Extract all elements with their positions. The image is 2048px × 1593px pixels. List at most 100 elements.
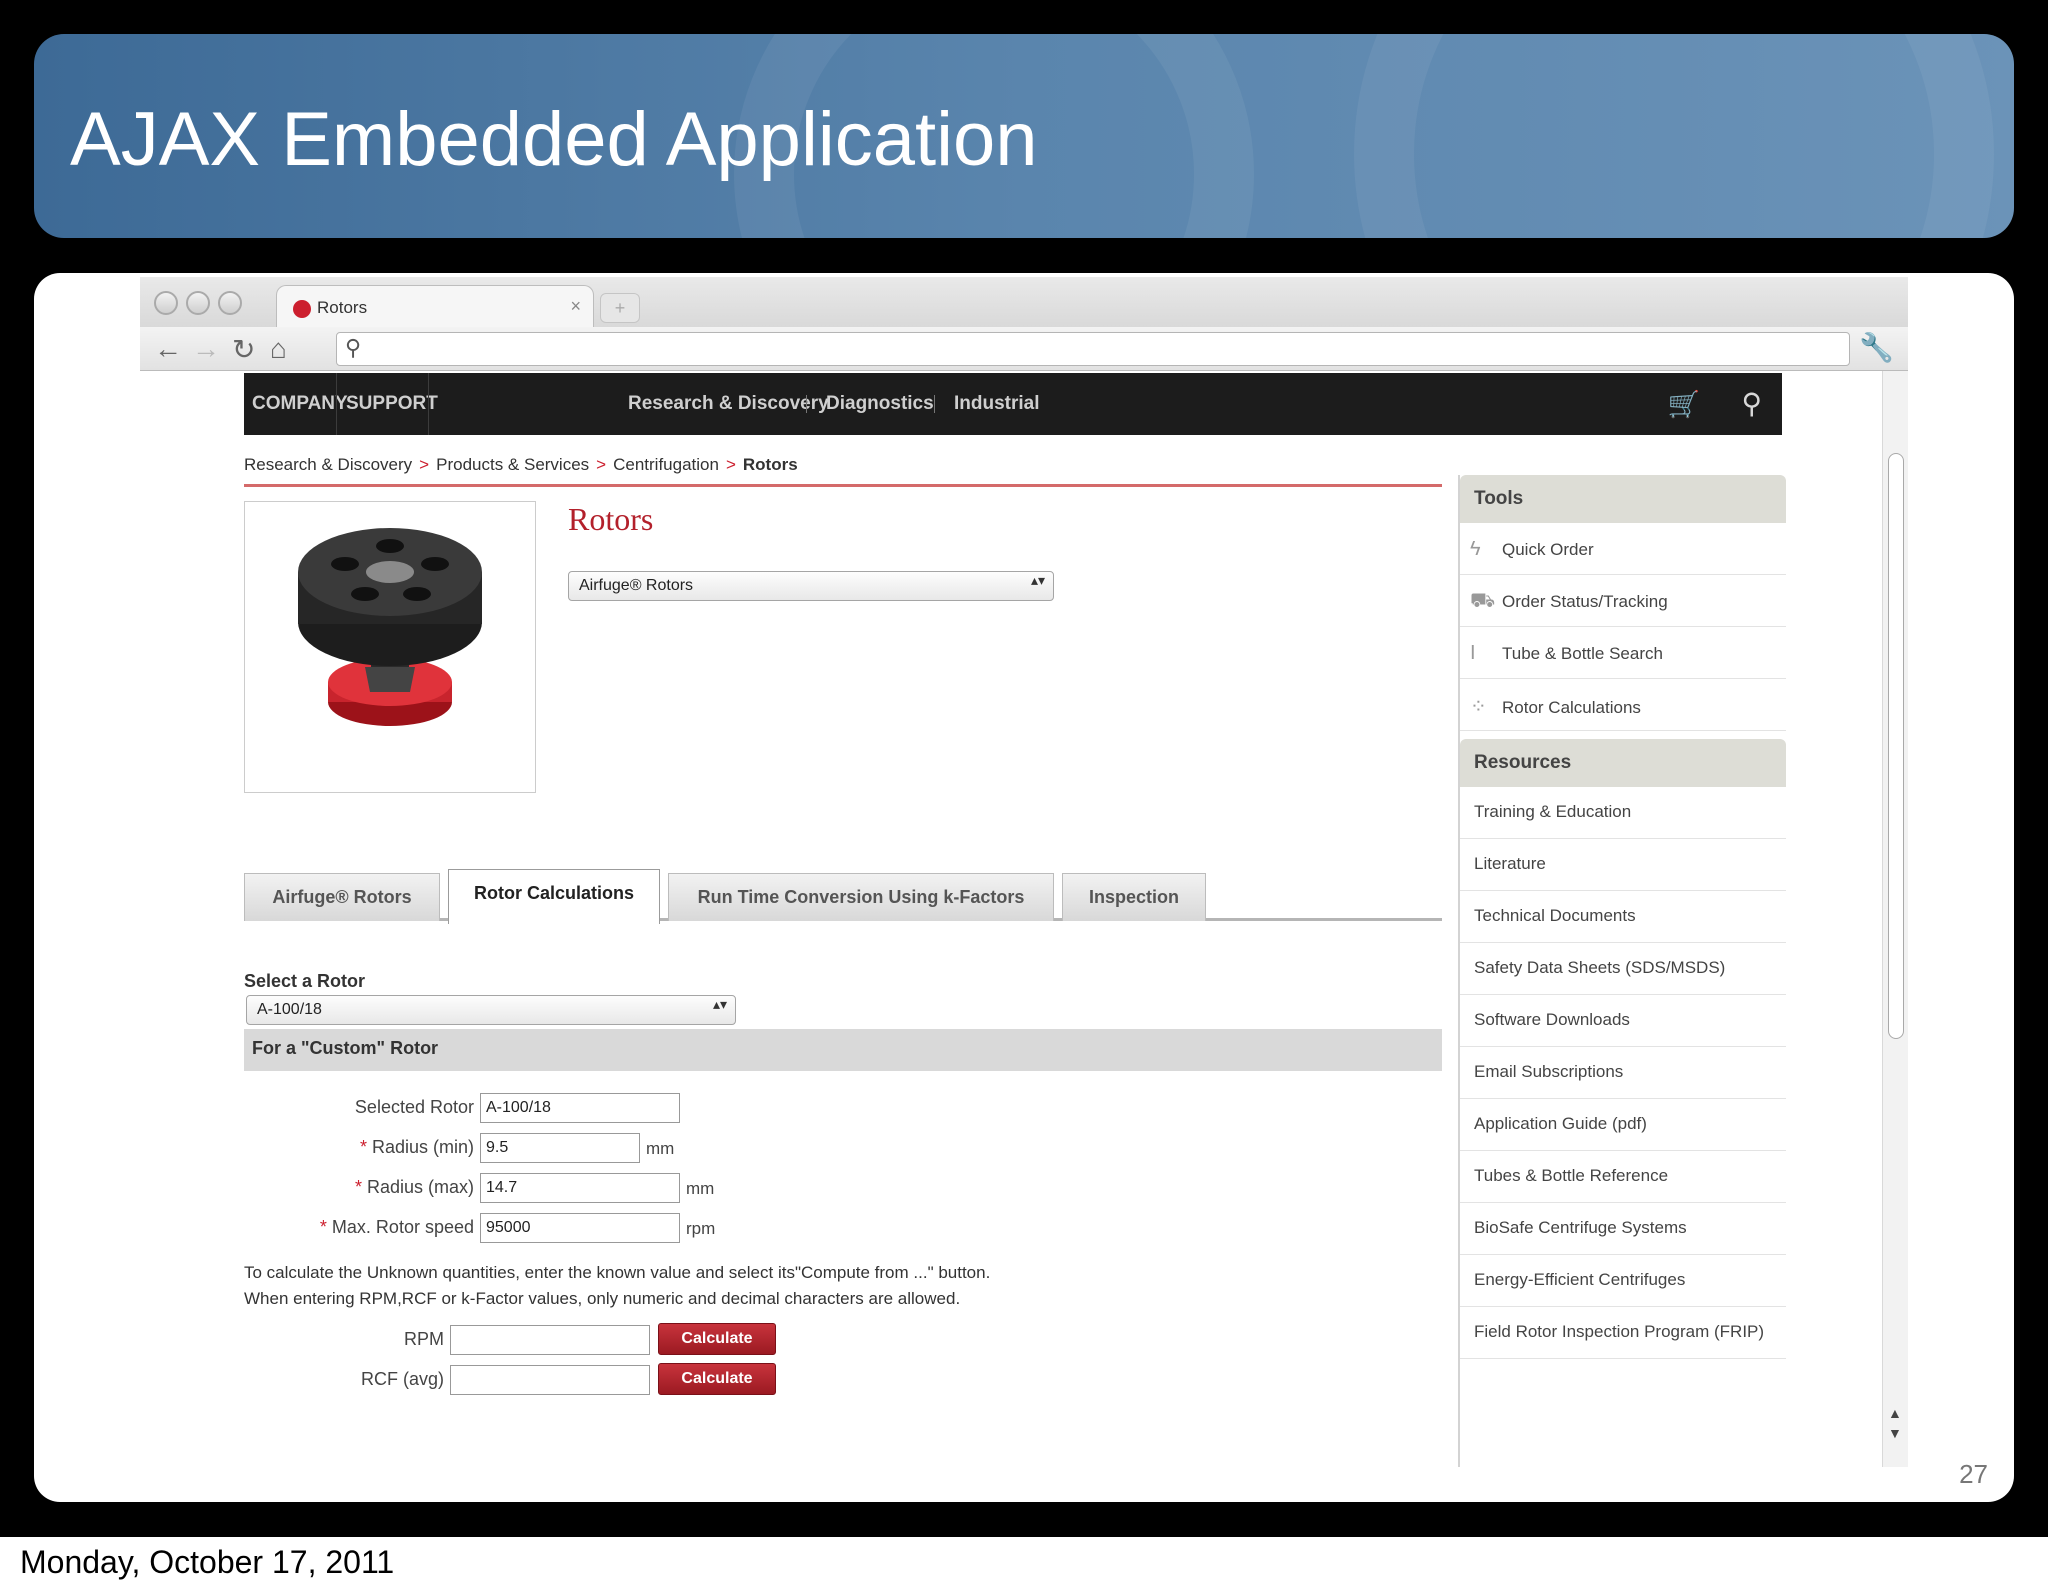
- max-rotor-speed-label-text: Max. Rotor speed: [331, 1217, 474, 1237]
- radius-max-unit: mm: [686, 1179, 715, 1198]
- rpm-label: RPM: [404, 1329, 444, 1349]
- breadcrumb-current: Rotors: [742, 455, 798, 474]
- close-window-button[interactable]: [154, 291, 178, 315]
- max-rotor-speed-unit: rpm: [686, 1219, 716, 1238]
- browser-tab-title: Rotors: [317, 298, 368, 317]
- sidebar-item-biosafe-systems[interactable]: BioSafe Centrifuge Systems: [1460, 1203, 1786, 1255]
- chevron-updown-icon: ▴▾: [1030, 572, 1045, 588]
- required-marker: *: [319, 1217, 327, 1237]
- sidebar-item-order-status[interactable]: ⛟ Order Status/Tracking: [1460, 575, 1786, 627]
- sidebar-item-label: Rotor Calculations: [1502, 698, 1641, 717]
- sidebar-item-tube-bottle-search[interactable]: I Tube & Bottle Search: [1460, 627, 1786, 679]
- favicon-icon: [293, 300, 311, 318]
- slide-title-bar: AJAX Embedded Application: [34, 34, 2014, 238]
- sidebar-item-technical-documents[interactable]: Technical Documents: [1460, 891, 1786, 943]
- sidebar-item-tubes-bottle-reference[interactable]: Tubes & Bottle Reference: [1460, 1151, 1786, 1203]
- rotor-select-value: A-100/18: [257, 1001, 322, 1018]
- radius-min-unit: mm: [646, 1139, 675, 1158]
- required-marker: *: [359, 1137, 367, 1157]
- sidebar-resources-header: Resources: [1460, 739, 1786, 787]
- sidebar-item-quick-order[interactable]: ϟ Quick Order: [1460, 523, 1786, 575]
- scrollbar-thumb[interactable]: [1888, 453, 1904, 1039]
- breadcrumb-link[interactable]: Research & Discovery: [244, 455, 412, 474]
- rcf-field[interactable]: [450, 1365, 650, 1395]
- breadcrumb: Research & Discovery > Products & Services…: [244, 455, 798, 475]
- sidebar-item-energy-efficient[interactable]: Energy-Efficient Centrifuges: [1460, 1255, 1786, 1307]
- nav-company[interactable]: COMPANY: [252, 393, 348, 415]
- breadcrumb-link[interactable]: Products & Services: [436, 455, 589, 474]
- reload-icon[interactable]: ↻: [232, 333, 255, 366]
- nav-divider: [336, 373, 337, 435]
- sidebar-item-literature[interactable]: Literature: [1460, 839, 1786, 891]
- back-arrow-icon[interactable]: ←: [154, 333, 182, 365]
- nav-research-discovery[interactable]: Research & Discovery: [628, 393, 829, 415]
- max-rotor-speed-label: * Max. Rotor speed: [264, 1217, 474, 1238]
- selected-rotor-label: Selected Rotor: [354, 1097, 474, 1117]
- nav-industrial[interactable]: Industrial: [954, 393, 1040, 415]
- home-icon[interactable]: ⌂: [270, 333, 287, 365]
- sidebar-item-label: Order Status/Tracking: [1502, 592, 1668, 611]
- breadcrumb-link[interactable]: Centrifugation: [613, 455, 719, 474]
- instructions-line: To calculate the Unknown quantities, ent…: [244, 1263, 991, 1282]
- forward-arrow-icon[interactable]: →: [192, 333, 220, 365]
- cart-icon[interactable]: 🛒: [1668, 389, 1700, 420]
- footer-date: Monday, October 17, 2011: [20, 1544, 395, 1580]
- rotor-image: [298, 528, 482, 726]
- selected-rotor-field[interactable]: A-100/18: [480, 1093, 680, 1123]
- calculate-rpm-button[interactable]: Calculate: [658, 1323, 776, 1355]
- calculator-tabs: Airfuge® Rotors Rotor Calculations Run T…: [244, 869, 1442, 924]
- site-nav-bar: COMPANY SUPPORT Research & Discovery Dia…: [244, 373, 1782, 435]
- calculate-rcf-button[interactable]: Calculate: [658, 1363, 776, 1395]
- scrollbar[interactable]: ▲ ▼: [1882, 371, 1908, 1467]
- browser-window: Rotors × + ← → ↻ ⌂ ⚲ 🔧 COMPANY SUPPORT R…: [140, 277, 1908, 1467]
- radius-min-field[interactable]: 9.5: [480, 1133, 640, 1163]
- tab-inspection[interactable]: Inspection: [1062, 873, 1206, 921]
- sidebar-item-application-guide[interactable]: Application Guide (pdf): [1460, 1099, 1786, 1151]
- tab-run-time-conversion[interactable]: Run Time Conversion Using k-Factors: [668, 873, 1054, 921]
- required-marker: *: [354, 1177, 362, 1197]
- scroll-down-icon[interactable]: ▼: [1888, 1425, 1902, 1441]
- chevron-updown-icon: ▴▾: [712, 996, 727, 1012]
- sidebar-item-software-downloads[interactable]: Software Downloads: [1460, 995, 1786, 1047]
- divider: [244, 484, 1442, 487]
- nav-support[interactable]: SUPPORT: [346, 393, 438, 415]
- sidebar-item-frip[interactable]: Field Rotor Inspection Program (FRIP): [1460, 1307, 1786, 1359]
- scroll-up-icon[interactable]: ▲: [1888, 1405, 1902, 1421]
- new-tab-button[interactable]: +: [600, 293, 640, 323]
- address-bar[interactable]: ⚲: [336, 332, 1850, 366]
- sidebar: Tools ϟ Quick Order ⛟ Order Status/Trackin…: [1458, 475, 1786, 1467]
- wrench-icon[interactable]: 🔧: [1859, 331, 1894, 364]
- slide: AJAX Embedded Application Rotors × + ← →…: [0, 0, 2048, 1537]
- sidebar-item-training[interactable]: Training & Education: [1460, 787, 1786, 839]
- radius-min-label: * Radius (min): [304, 1137, 474, 1158]
- minimize-window-button[interactable]: [186, 291, 210, 315]
- select-rotor-label: Select a Rotor: [244, 971, 366, 991]
- search-icon: ⚲: [345, 335, 362, 360]
- browser-toolbar: ← → ↻ ⌂ ⚲ 🔧: [140, 327, 1908, 371]
- sidebar-item-email-subscriptions[interactable]: Email Subscriptions: [1460, 1047, 1786, 1099]
- nav-divider: [934, 395, 935, 413]
- sidebar-tools-header: Tools: [1460, 475, 1786, 523]
- sidebar-item-label: Tube & Bottle Search: [1502, 644, 1663, 663]
- radius-max-field[interactable]: 14.7: [480, 1173, 680, 1203]
- browser-tab[interactable]: Rotors ×: [276, 285, 594, 329]
- sidebar-item-safety-data-sheets[interactable]: Safety Data Sheets (SDS/MSDS): [1460, 943, 1786, 995]
- tab-rotor-calculations[interactable]: Rotor Calculations: [448, 869, 660, 924]
- close-tab-icon[interactable]: ×: [570, 296, 581, 317]
- sidebar-item-rotor-calculations[interactable]: ⁘ Rotor Calculations: [1460, 679, 1786, 731]
- content-panel: Rotors × + ← → ↻ ⌂ ⚲ 🔧 COMPANY SUPPORT R…: [34, 273, 2014, 1502]
- search-icon[interactable]: ⚲: [1741, 387, 1762, 420]
- page-title: Rotors: [568, 501, 654, 537]
- rotor-select[interactable]: A-100/18 ▴▾: [246, 995, 736, 1025]
- max-rotor-speed-field[interactable]: 95000: [480, 1213, 680, 1243]
- rpm-field[interactable]: [450, 1325, 650, 1355]
- nav-diagnostics[interactable]: Diagnostics: [826, 393, 934, 415]
- nav-divider: [428, 373, 429, 435]
- decor-ring: [1354, 34, 1994, 238]
- zoom-window-button[interactable]: [218, 291, 242, 315]
- instructions-line: When entering RPM,RCF or k-Factor values…: [244, 1289, 961, 1308]
- lightning-icon: ϟ: [1470, 538, 1481, 560]
- radius-max-label: * Radius (max): [304, 1177, 474, 1198]
- product-select[interactable]: Airfuge® Rotors ▴▾: [568, 571, 1054, 601]
- tab-airfuge-rotors[interactable]: Airfuge® Rotors: [244, 873, 440, 921]
